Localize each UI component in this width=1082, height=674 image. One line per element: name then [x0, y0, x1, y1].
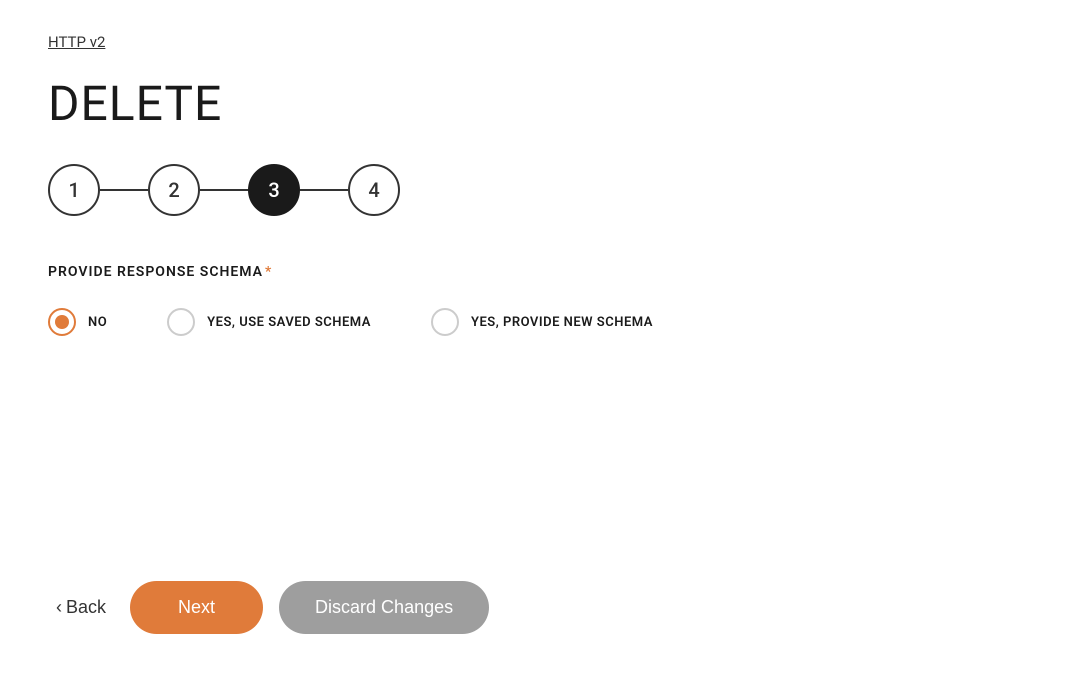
radio-inner-no: [55, 315, 69, 329]
step-2[interactable]: 2: [148, 164, 200, 216]
radio-option-no[interactable]: NO: [48, 308, 107, 336]
bottom-bar: ‹ Back Next Discard Changes: [48, 581, 489, 634]
page-container: HTTP v2 DELETE 1 2 3 4 PROVIDE RESPONSE …: [0, 0, 1082, 674]
step-1[interactable]: 1: [48, 164, 100, 216]
radio-option-yes-saved[interactable]: YES, USE SAVED SCHEMA: [167, 308, 371, 336]
back-button[interactable]: ‹ Back: [48, 597, 114, 618]
radio-option-yes-new[interactable]: YES, PROVIDE NEW SCHEMA: [431, 308, 653, 336]
breadcrumb-link[interactable]: HTTP v2: [48, 33, 105, 51]
step-connector-1-2: [100, 189, 148, 191]
step-connector-2-3: [200, 189, 248, 191]
radio-label-yes-saved: YES, USE SAVED SCHEMA: [207, 315, 371, 330]
radio-group: NO YES, USE SAVED SCHEMA YES, PROVIDE NE…: [48, 308, 1034, 336]
required-asterisk: *: [265, 264, 272, 280]
radio-label-no: NO: [88, 315, 107, 330]
chevron-left-icon: ‹: [56, 597, 62, 618]
step-3[interactable]: 3: [248, 164, 300, 216]
next-button[interactable]: Next: [130, 581, 263, 634]
section-label: PROVIDE RESPONSE SCHEMA*: [48, 264, 1034, 280]
radio-label-yes-new: YES, PROVIDE NEW SCHEMA: [471, 315, 653, 330]
step-connector-3-4: [300, 189, 348, 191]
radio-button-yes-saved[interactable]: [167, 308, 195, 336]
step-4[interactable]: 4: [348, 164, 400, 216]
page-title: DELETE: [48, 75, 1034, 132]
radio-button-yes-new[interactable]: [431, 308, 459, 336]
radio-button-no[interactable]: [48, 308, 76, 336]
discard-button[interactable]: Discard Changes: [279, 581, 489, 634]
stepper: 1 2 3 4: [48, 164, 1034, 216]
